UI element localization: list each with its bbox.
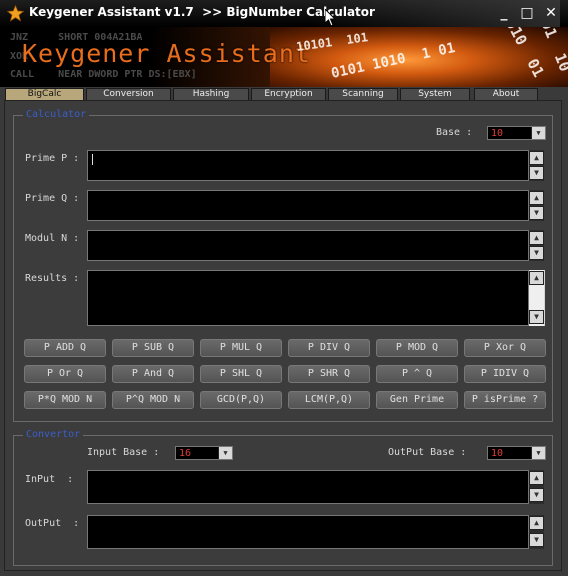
output-base-value: 10 [491, 448, 504, 459]
input-base-select[interactable]: 16 ▼ [175, 446, 233, 460]
chevron-up-icon[interactable]: ▲ [529, 231, 544, 245]
banner-asm-line: CALL NEAR DWORD PTR DS:[EBX] [10, 69, 197, 80]
triangle-down-icon[interactable]: ▼ [531, 447, 545, 459]
tab-about[interactable]: About [474, 88, 538, 100]
modul-n-input[interactable] [87, 230, 529, 261]
tab-encryption[interactable]: Encryption [251, 88, 326, 100]
lcm-button[interactable]: LCM(P,Q) [288, 391, 370, 409]
chevron-down-icon[interactable]: ▼ [529, 246, 544, 260]
prime-q-input[interactable] [87, 190, 529, 221]
convert-input-field[interactable] [87, 470, 529, 504]
tab-bar: BigCalc Conversion Hashing Encryption Sc… [5, 88, 563, 100]
header-banner: JNZ SHORT 004A21BA XOR CALL NEAR DWORD P… [0, 27, 568, 87]
results-scrollbar[interactable]: ▲ ▼ [529, 270, 545, 326]
gen-prime-button[interactable]: Gen Prime [376, 391, 458, 409]
p-pow-q-button[interactable]: P ^ Q [376, 365, 458, 383]
close-button[interactable]: ✕ [542, 4, 560, 22]
chevron-up-icon[interactable]: ▲ [529, 191, 544, 205]
chevron-up-icon[interactable]: ▲ [529, 151, 544, 165]
p-and-q-button[interactable]: P And Q [112, 365, 194, 383]
chevron-down-icon[interactable]: ▼ [529, 488, 544, 502]
chevron-down-icon[interactable]: ▼ [529, 206, 544, 220]
p-shl-q-button[interactable]: P SHL Q [200, 365, 282, 383]
tab-system[interactable]: System [400, 88, 470, 100]
prime-q-spinner[interactable]: ▲ ▼ [529, 190, 544, 221]
chevron-up-icon[interactable]: ▲ [529, 516, 544, 530]
convertor-group-title: Convertor [23, 429, 84, 440]
p-or-q-button[interactable]: P Or Q [24, 365, 106, 383]
p-div-q-button[interactable]: P DIV Q [288, 339, 370, 357]
chevron-down-icon[interactable]: ▼ [529, 166, 544, 180]
convert-output-field[interactable] [87, 515, 529, 549]
tab-conversion[interactable]: Conversion [86, 88, 171, 100]
base-select-value: 10 [491, 128, 504, 139]
modul-n-label: Modul N : [25, 233, 80, 244]
mouse-pointer-icon [325, 9, 337, 27]
p-mul-q-button[interactable]: P MUL Q [200, 339, 282, 357]
p-idiv-q-button[interactable]: P IDIV Q [464, 365, 546, 383]
chevron-up-icon[interactable]: ▲ [529, 271, 544, 285]
prime-p-spinner[interactable]: ▲ ▼ [529, 150, 544, 181]
minimize-button[interactable]: _ [495, 4, 513, 22]
p-isprime-button[interactable]: P isPrime ? [464, 391, 546, 409]
convert-output-label: OutPut : [25, 518, 80, 529]
gcd-button[interactable]: GCD(P,Q) [200, 391, 282, 409]
input-base-value: 16 [179, 448, 192, 459]
banner-title: Keygener Assistant [22, 39, 311, 68]
p-xor-q-button[interactable]: P Xor Q [464, 339, 546, 357]
input-base-label: Input Base : [87, 447, 160, 458]
chevron-down-icon[interactable]: ▼ [529, 310, 544, 324]
convert-input-label: InPut : [25, 474, 74, 485]
p-mod-q-button[interactable]: P MOD Q [376, 339, 458, 357]
calculator-group-title: Calculator [23, 109, 90, 120]
p-shr-q-button[interactable]: P SHR Q [288, 365, 370, 383]
results-output[interactable] [87, 270, 529, 326]
title-bar[interactable]: Keygener Assistant v1.7 >> BigNumber Cal… [0, 0, 568, 27]
p-pow-q-mod-n-button[interactable]: P^Q MOD N [112, 391, 194, 409]
triangle-down-icon[interactable]: ▼ [218, 447, 232, 459]
maximize-button[interactable]: □ [518, 4, 536, 22]
p-sub-q-button[interactable]: P SUB Q [112, 339, 194, 357]
pq-mod-n-button[interactable]: P*Q MOD N [24, 391, 106, 409]
convert-input-spinner[interactable]: ▲ ▼ [529, 470, 544, 504]
window-title: Keygener Assistant v1.7 >> BigNumber Cal… [29, 5, 375, 19]
p-add-q-button[interactable]: P ADD Q [24, 339, 106, 357]
results-scroll-track[interactable]: ▲ ▼ [529, 270, 544, 326]
chevron-up-icon[interactable]: ▲ [529, 471, 544, 485]
triangle-down-icon[interactable]: ▼ [531, 127, 545, 139]
star-icon [7, 5, 24, 22]
prime-p-label: Prime P : [25, 153, 80, 164]
chevron-down-icon[interactable]: ▼ [529, 533, 544, 547]
convert-output-spinner[interactable]: ▲ ▼ [529, 515, 544, 549]
output-base-select[interactable]: 10 ▼ [487, 446, 546, 460]
results-label: Results : [25, 273, 80, 284]
tab-bigcalc[interactable]: BigCalc [5, 88, 84, 100]
text-caret [92, 154, 93, 165]
modul-n-spinner[interactable]: ▲ ▼ [529, 230, 544, 261]
bigcalc-panel: Calculator Base : 10 ▼ Prime P : ▲ ▼ Pri… [4, 100, 562, 571]
output-base-label: OutPut Base : [388, 447, 467, 458]
tab-scanning[interactable]: Scanning [328, 88, 398, 100]
base-label: Base : [436, 127, 473, 138]
prime-q-label: Prime Q : [25, 193, 80, 204]
base-select[interactable]: 10 ▼ [487, 126, 546, 140]
prime-p-input[interactable] [87, 150, 529, 181]
tab-hashing[interactable]: Hashing [173, 88, 249, 100]
